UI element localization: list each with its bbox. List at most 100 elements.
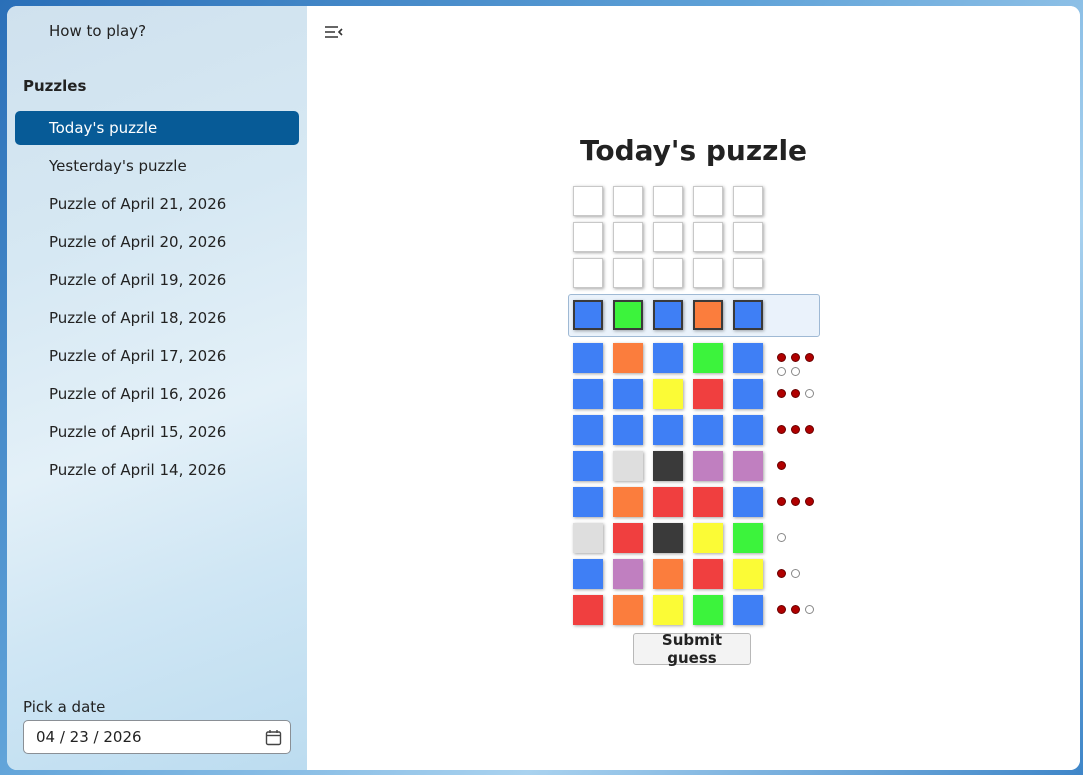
collapse-menu-icon[interactable] (323, 22, 345, 42)
current-guess-peg[interactable] (613, 300, 643, 330)
how-to-play-link[interactable]: How to play? (15, 14, 299, 48)
sidebar-item-puzzle[interactable]: Yesterday's puzzle (15, 149, 299, 183)
feedback-peg-black (791, 497, 800, 506)
empty-peg-slot (653, 186, 683, 216)
sidebar-item-puzzle[interactable]: Puzzle of April 18, 2026 (15, 301, 299, 335)
guess-peg (733, 451, 763, 481)
sidebar-item-label: Today's puzzle (49, 119, 158, 137)
date-picker-label: Pick a date (23, 698, 106, 716)
feedback-peg-black (805, 425, 814, 434)
sidebar-item-label: Puzzle of April 20, 2026 (49, 233, 227, 251)
sidebar-item-puzzle[interactable]: Puzzle of April 14, 2026 (15, 453, 299, 487)
sidebar-item-puzzle[interactable]: Puzzle of April 15, 2026 (15, 415, 299, 449)
feedback-peg-black (791, 605, 800, 614)
sidebar-item-label: Puzzle of April 14, 2026 (49, 461, 227, 479)
sidebar-item-puzzle[interactable]: Puzzle of April 21, 2026 (15, 187, 299, 221)
sidebar-item-puzzle[interactable]: Puzzle of April 20, 2026 (15, 225, 299, 259)
guess-peg (613, 487, 643, 517)
guess-peg (653, 523, 683, 553)
guess-peg (573, 343, 603, 373)
guess-peg (613, 343, 643, 373)
guess-peg (653, 487, 683, 517)
empty-peg-slot (733, 186, 763, 216)
sidebar-item-puzzle[interactable]: Puzzle of April 16, 2026 (15, 377, 299, 411)
feedback-peg-white (791, 569, 800, 578)
empty-peg-slot (693, 222, 723, 252)
feedback-peg-black (777, 389, 786, 398)
feedback-peg-white (791, 367, 800, 376)
empty-peg-slot (693, 258, 723, 288)
guess-peg (693, 451, 723, 481)
guess-peg (693, 595, 723, 625)
sidebar-item-label: Yesterday's puzzle (49, 157, 187, 175)
guess-peg (693, 487, 723, 517)
guess-peg (733, 559, 763, 589)
feedback-peg-black (777, 569, 786, 578)
submit-guess-button[interactable]: Submit guess (633, 631, 751, 667)
sidebar-item-puzzle[interactable]: Today's puzzle (15, 111, 299, 145)
feedback-peg-white (805, 389, 814, 398)
guess-peg (653, 451, 683, 481)
guess-peg (573, 487, 603, 517)
sidebar: How to play? Puzzles Today's puzzle Yeste… (7, 6, 307, 770)
feedback-peg-black (777, 353, 786, 362)
feedback-peg-black (805, 353, 814, 362)
sidebar-item-label: Puzzle of April 21, 2026 (49, 195, 227, 213)
feedback-peg-white (777, 533, 786, 542)
sidebar-item-label: Puzzle of April 15, 2026 (49, 423, 227, 441)
date-picker-value: 04 / 23 / 2026 (36, 728, 142, 746)
feedback-peg-black (777, 425, 786, 434)
empty-peg-slot (733, 222, 763, 252)
calendar-icon[interactable] (265, 729, 282, 750)
guess-peg (693, 415, 723, 445)
sidebar-item-puzzle[interactable]: Puzzle of April 19, 2026 (15, 263, 299, 297)
current-guess-peg[interactable] (733, 300, 763, 330)
empty-peg-slot (573, 258, 603, 288)
current-guess-peg[interactable] (653, 300, 683, 330)
empty-peg-slot (693, 186, 723, 216)
guess-peg (573, 451, 603, 481)
empty-peg-slot (573, 186, 603, 216)
guess-peg (653, 343, 683, 373)
guess-peg (693, 379, 723, 409)
guess-peg (613, 451, 643, 481)
guess-peg (573, 559, 603, 589)
current-guess-peg[interactable] (573, 300, 603, 330)
feedback-peg-black (777, 461, 786, 470)
feedback-peg-black (791, 353, 800, 362)
feedback-peg-black (791, 389, 800, 398)
guess-peg (573, 523, 603, 553)
main-panel: Today's puzzle Submit guess (307, 6, 1080, 770)
guess-peg (573, 379, 603, 409)
date-picker-input[interactable]: 04 / 23 / 2026 (23, 720, 291, 754)
feedback-peg-black (777, 497, 786, 506)
sidebar-item-label: Puzzle of April 17, 2026 (49, 347, 227, 365)
guess-peg (733, 415, 763, 445)
empty-peg-slot (613, 258, 643, 288)
page-title: Today's puzzle (579, 134, 808, 167)
empty-peg-slot (653, 258, 683, 288)
feedback-peg-white (805, 605, 814, 614)
feedback-peg-white (777, 367, 786, 376)
how-to-play-label: How to play? (49, 22, 147, 40)
guess-peg (693, 559, 723, 589)
guess-peg (733, 523, 763, 553)
guess-peg (653, 595, 683, 625)
feedback-peg-black (805, 497, 814, 506)
guess-peg (693, 523, 723, 553)
sidebar-item-puzzle[interactable]: Puzzle of April 17, 2026 (15, 339, 299, 373)
empty-peg-slot (613, 186, 643, 216)
empty-peg-slot (613, 222, 643, 252)
guess-peg (613, 595, 643, 625)
guess-peg (733, 379, 763, 409)
sidebar-item-label: Puzzle of April 19, 2026 (49, 271, 227, 289)
section-title-puzzles: Puzzles (23, 77, 87, 95)
empty-peg-slot (653, 222, 683, 252)
app-window: How to play? Puzzles Today's puzzle Yeste… (7, 6, 1080, 770)
guess-peg (613, 559, 643, 589)
guess-peg (573, 595, 603, 625)
empty-peg-slot (573, 222, 603, 252)
guess-peg (733, 343, 763, 373)
guess-peg (653, 415, 683, 445)
current-guess-peg[interactable] (693, 300, 723, 330)
